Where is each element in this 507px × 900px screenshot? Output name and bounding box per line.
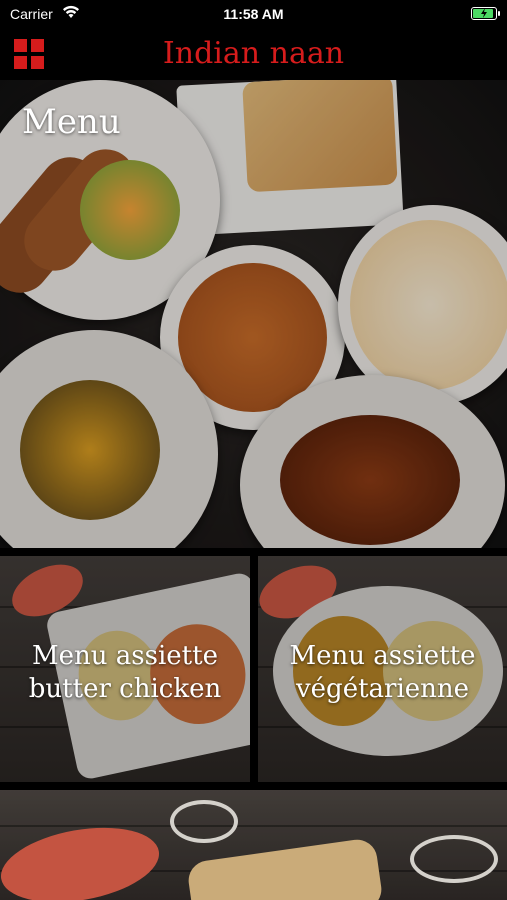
- app-title: Indian naan: [162, 36, 345, 71]
- menu-hero-label: Menu: [22, 102, 121, 142]
- tile-label-butter-chicken: Menu assiette butter chicken: [28, 641, 222, 704]
- battery-icon: [471, 7, 500, 20]
- status-bar: Carrier 11:58 AM: [0, 0, 507, 28]
- menu-hero-card[interactable]: Menu: [0, 80, 507, 548]
- clock: 11:58 AM: [223, 6, 284, 22]
- menu-tile-partial[interactable]: [0, 790, 507, 900]
- tile-label-vegetarienne: Menu assiette végétarienne: [289, 641, 476, 704]
- navigation-bar: Indian naan: [0, 28, 507, 80]
- menu-tile-butter-chicken[interactable]: Menu assiette butter chicken: [0, 556, 250, 782]
- menu-tile-vegetarienne[interactable]: Menu assiette végétarienne: [258, 556, 507, 782]
